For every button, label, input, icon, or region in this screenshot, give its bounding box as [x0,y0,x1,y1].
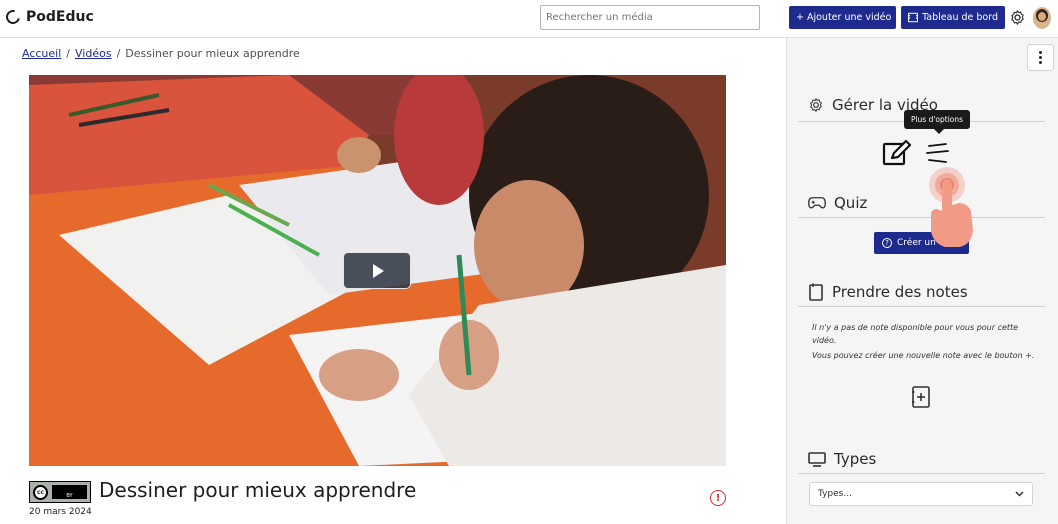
film-icon [908,12,919,23]
breadcrumb-current: Dessiner pour mieux apprendre [125,47,300,60]
search-input[interactable] [540,5,760,30]
breadcrumb-home-link[interactable]: Accueil [22,47,61,60]
gamepad-icon [808,197,826,209]
add-note-icon[interactable] [911,386,931,408]
click-pointer-hand-icon [929,167,973,247]
add-video-button[interactable]: + Ajouter une vidéo [789,6,896,29]
section-divider [798,306,1045,307]
notebook-icon [809,283,823,301]
quiz-title-label: Quiz [834,194,868,212]
license-badge[interactable]: cc BY [29,481,91,503]
user-avatar[interactable] [1033,7,1051,29]
notes-title-label: Prendre des notes [832,283,968,301]
top-header: PodEduc + Ajouter une vidéo Tableau de b… [0,0,1058,38]
kebab-dot [1039,61,1042,64]
video-player[interactable] [29,75,726,466]
section-divider [798,473,1045,474]
add-video-label: + Ajouter une vidéo [796,12,892,23]
notes-section-title: Prendre des notes [808,283,968,301]
gear-icon[interactable] [1009,9,1026,26]
types-section-title: Types [808,450,876,468]
section-divider [798,217,1045,218]
breadcrumb-separator: / [116,47,121,60]
dashboard-button[interactable]: Tableau de bord [901,6,1005,29]
monitor-icon [808,451,826,467]
video-date: 20 mars 2024 [29,507,92,517]
kebab-dot [1039,56,1042,59]
gear-icon [810,98,822,112]
breadcrumb: Accueil / Vidéos / Dessiner pour mieux a… [22,47,300,60]
breadcrumb-separator: / [66,47,70,60]
more-options-lines-icon[interactable] [926,142,950,164]
dashboard-label: Tableau de bord [922,12,998,23]
quiz-section-title: Quiz [808,194,867,212]
video-title: Dessiner pour mieux apprendre [99,478,417,502]
license-by-label: BY [52,485,87,499]
cc-icon: cc [33,484,48,500]
app-name: PodEduc [26,9,94,25]
report-alert-icon[interactable]: ! [710,490,726,506]
kebab-dot [1039,51,1042,54]
edit-icon[interactable] [882,139,912,167]
question-icon: ? [882,238,892,248]
chevron-down-icon [1015,491,1024,497]
breadcrumb-videos-link[interactable]: Vidéos [75,47,112,60]
play-button[interactable] [343,252,411,289]
logo-icon [3,7,23,27]
types-select-value: Types... [818,489,852,499]
types-select[interactable]: Types... [809,482,1033,506]
more-options-kebab-button[interactable] [1027,44,1054,71]
app-logo[interactable]: PodEduc [3,7,94,27]
more-options-tooltip: Plus d'options [904,110,970,134]
notes-create-hint: Vous pouvez créer une nouvelle note avec… [812,351,1035,360]
notes-empty-message: Il n'y a pas de note disponible pour vou… [812,323,1019,345]
play-icon [373,263,384,278]
types-title-label: Types [834,450,877,468]
